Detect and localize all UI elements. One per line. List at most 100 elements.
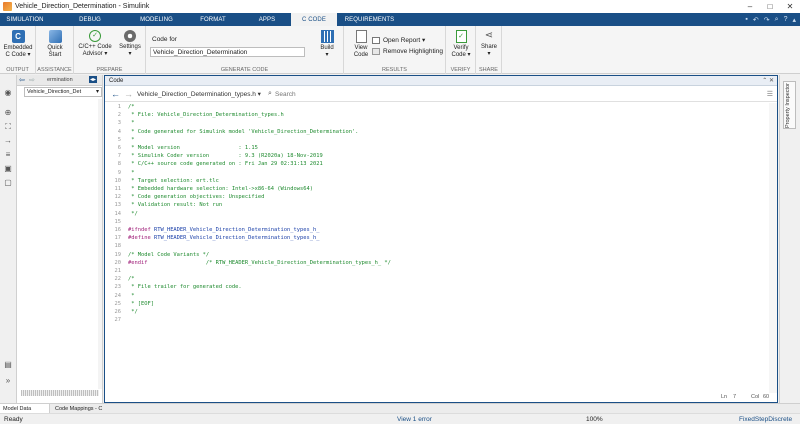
zoom-icon[interactable]: ⊕ (4, 109, 12, 117)
share-group-label: SHARE (479, 67, 498, 73)
collapse-icon[interactable]: » (4, 377, 12, 385)
search-input[interactable] (275, 89, 755, 99)
browser-scrollbar[interactable] (98, 99, 102, 389)
column-number: 60 (763, 394, 770, 400)
tab-c-code[interactable]: C CODE (291, 13, 337, 26)
simulink-logo-icon (3, 2, 12, 11)
panel-controls[interactable]: ⌃ ✕ (762, 76, 774, 86)
code-line: 22 /* (105, 276, 777, 284)
browser-horizontal-scrollbar[interactable] (21, 390, 99, 396)
code-text: * Simulink Coder version : 9.3 (R2020a) … (128, 153, 323, 160)
share-button[interactable]: ⋖ Share ▾ (477, 30, 501, 58)
breadcrumb[interactable]: ermination (47, 77, 73, 83)
canvas-toolbar: ◉ ⊕ ⛶ → ≡ ▣ ▢ ▤ » (0, 75, 17, 403)
close-button[interactable]: ✕ (780, 2, 800, 11)
code-advisor-label: C/C++ Code (78, 44, 112, 50)
line-number-gutter: 12 (114, 194, 122, 201)
forward-arrow-icon[interactable]: ⇨ (29, 76, 35, 84)
model-selector[interactable]: Vehicle_Direction_Det ▾ (24, 87, 102, 97)
back-arrow-icon[interactable]: ← (111, 89, 120, 99)
maximize-button[interactable]: □ (760, 2, 780, 11)
code-text: * Embedded hardware selection: Intel->x8… (128, 186, 313, 192)
code-text: * Code generation objectives: Unspecifie… (128, 194, 265, 201)
macro-name: RTW_HEADER_Vehicle_Direction_Determinati… (150, 235, 320, 242)
report-icon (372, 36, 380, 44)
tab-format[interactable]: FORMAT (183, 13, 243, 26)
undo-icon[interactable]: ↶ (753, 16, 759, 24)
quick-label: Quick (47, 45, 63, 51)
tab-requirements[interactable]: REQUIREMENTS (337, 13, 402, 26)
window-title: Vehicle_Direction_Determination - Simuli… (15, 3, 150, 10)
tab-debug[interactable]: DEBUG (50, 13, 130, 26)
window-controls: – □ ✕ (740, 0, 800, 13)
code-text: * Model version : 1.15 (128, 145, 258, 151)
remove-highlighting-button[interactable]: Remove Highlighting (372, 48, 443, 55)
code-line: 21 (105, 268, 777, 276)
settings-button[interactable]: Settings ▾ (116, 30, 144, 58)
code-text: * (128, 136, 135, 143)
code-line: 20 #endif /* RTW_HEADER_Vehicle_Direction… (105, 260, 777, 268)
annotation-icon[interactable]: ≡ (4, 151, 12, 159)
search-docs-icon[interactable]: ⌕ (775, 16, 779, 24)
quick-start-button[interactable]: Quick Start (40, 30, 70, 59)
embedded-c-code-button[interactable]: C Embedded C Code ▾ (2, 30, 34, 59)
property-inspector-tab[interactable]: Property Inspector (783, 81, 796, 129)
zoom-level: 100% (586, 416, 603, 423)
arrow-icon[interactable]: → (4, 137, 12, 145)
code-advisor-button[interactable]: ✓ C/C++ Code Advisor ▾ (76, 30, 114, 58)
quick-start-icon (48, 30, 62, 43)
collapse-ribbon-icon[interactable]: ▴ (792, 16, 796, 24)
open-report-button[interactable]: Open Report ▾ (372, 36, 425, 44)
save-icon[interactable]: ▪ (745, 16, 747, 23)
assistance-group-label: ASSISTANCE (37, 67, 72, 73)
forward-arrow-icon[interactable]: → (124, 89, 133, 99)
code-text: * (128, 292, 135, 299)
nav-arrows-icon[interactable]: ◂▸ (89, 76, 98, 83)
share-arrow: ▾ (487, 51, 491, 57)
file-selector[interactable]: Vehicle_Direction_Determination_types.h … (137, 90, 261, 98)
help-icon[interactable]: ? (784, 16, 788, 23)
line-number: 7 (733, 394, 737, 400)
verify-group: ✓ Verify Code ▾ VERIFY (446, 26, 476, 74)
image-icon[interactable]: ▣ (4, 165, 12, 173)
code-text: #endif /* RTW_HEADER_Vehicle_Direction_D… (128, 260, 391, 266)
tab-simulation[interactable]: SIMULATION (0, 13, 50, 26)
view-errors-link[interactable]: View 1 error (397, 416, 432, 423)
fit-view-icon[interactable]: ⛶ (4, 123, 12, 131)
code-line: 2 * File: Vehicle_Direction_Determinatio… (105, 112, 777, 120)
view-code-button[interactable]: View Code (348, 30, 374, 59)
line-number-gutter: 17 (114, 235, 122, 242)
code-panel-header: Code ⌃ ✕ (105, 76, 777, 86)
solver-link[interactable]: FixedStepDiscrete (739, 416, 792, 423)
build-label: Build (320, 45, 334, 51)
area-icon[interactable]: ▢ (4, 179, 12, 187)
view-label: View (354, 45, 368, 51)
model-browser-icon[interactable]: ▤ (4, 361, 12, 369)
code-view-panel: Code ⌃ ✕ ← → Vehicle_Direction_Determina… (104, 75, 778, 403)
eraser-icon (372, 48, 380, 55)
menu-icon[interactable]: ☰ (767, 90, 773, 98)
verify-code-button[interactable]: ✓ Verify Code ▾ (448, 30, 474, 59)
verify-group-label: VERIFY (450, 67, 471, 73)
minimize-button[interactable]: – (740, 2, 760, 11)
start-label: Start (48, 52, 62, 58)
hide-show-icon[interactable]: ◉ (4, 89, 12, 97)
code-for-input[interactable]: Vehicle_Direction_Determination (150, 47, 305, 57)
code-scrollbar[interactable] (769, 103, 777, 393)
tab-modeling[interactable]: MODELING (130, 13, 183, 26)
redo-icon[interactable]: ↷ (764, 16, 770, 24)
line-number-gutter: 3 (117, 120, 121, 127)
build-button[interactable]: Build ▾ (314, 30, 340, 59)
line-number-gutter: 7 (117, 153, 121, 160)
code-label: Code (353, 52, 369, 58)
macro-name: RTW_HEADER_Vehicle_Direction_Determinati… (150, 227, 320, 233)
c-code-label: C Code ▾ (5, 52, 31, 58)
code-line: 17 #define RTW_HEADER_Vehicle_Direction_D… (105, 235, 777, 243)
line-number-gutter: 6 (117, 145, 121, 151)
back-arrow-icon[interactable]: ⇦ (19, 76, 25, 84)
tab-apps[interactable]: APPS (243, 13, 291, 26)
code-line: 26 */ (105, 309, 777, 317)
status-bar: Ready View 1 error 100% FixedStepDiscret… (0, 413, 800, 424)
verify-code-label: Code ▾ (451, 52, 471, 58)
line-number-gutter: 18 (114, 243, 122, 250)
